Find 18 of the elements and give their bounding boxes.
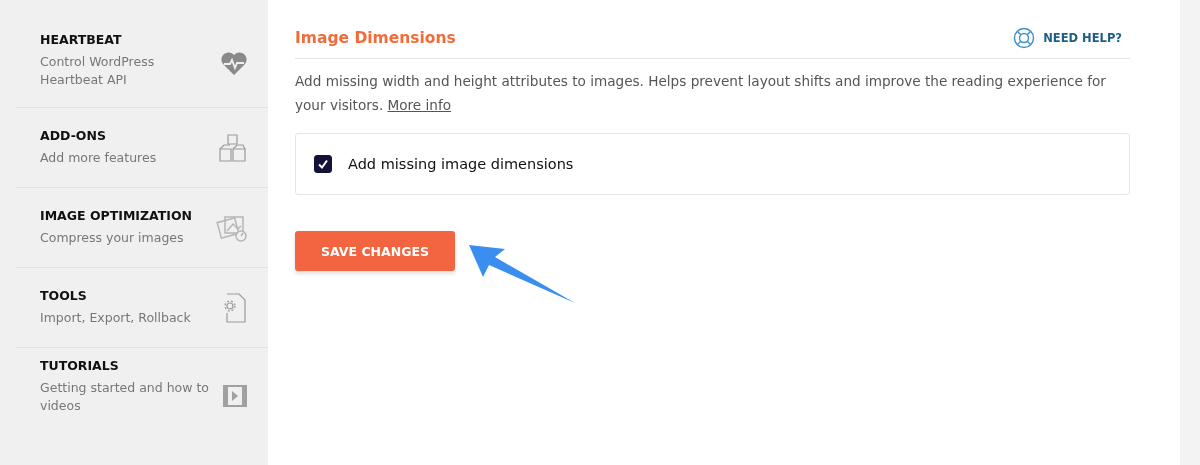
more-info-link[interactable]: More info [387,97,452,113]
video-icon [222,384,248,408]
checkbox-label: Add missing image dimensions [348,156,574,172]
section-title: Image Dimensions [295,29,456,47]
lifebuoy-icon [1013,27,1036,49]
help-link[interactable]: NEED HELP? [1013,27,1122,49]
checkbox[interactable] [314,155,332,173]
sidebar-item[interactable]: TUTORIALS Getting started and how to videos [16,348,268,438]
sidebar-item[interactable]: HEARTBEAT Control WordPress Heartbeat API [16,28,268,108]
heart-pulse-icon [220,52,248,76]
checkmark-icon [317,158,329,170]
file-gear-icon [222,292,248,323]
sidebar-item[interactable]: TOOLS Import, Export, Rollback [16,268,268,348]
sidebar-item[interactable]: IMAGE OPTIMIZATION Compress your images [16,188,268,268]
cubes-icon [218,132,248,163]
description-text: Add missing width and height attributes to images. Helps prevent layout shifts and improve the reading experience for your visitors. More info [295,72,1107,115]
images-icon [216,213,248,242]
sidebar-item[interactable]: ADD-ONS Add more features [16,108,268,188]
